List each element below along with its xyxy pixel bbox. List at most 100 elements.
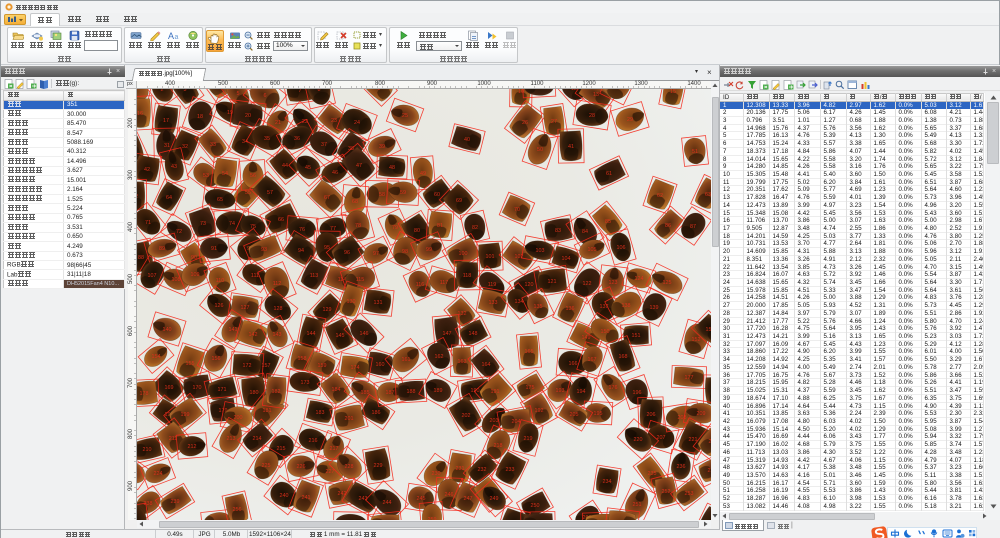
svg-text:112: 112: [273, 281, 282, 287]
svg-text:127: 127: [241, 305, 250, 311]
svg-text:57: 57: [267, 190, 273, 196]
svg-text:81: 81: [437, 223, 443, 229]
svg-text:70: 70: [514, 207, 520, 213]
svg-text:123: 123: [609, 280, 618, 286]
svg-text:116: 116: [416, 282, 425, 288]
svg-text:54: 54: [222, 171, 228, 177]
svg-text:72: 72: [176, 229, 182, 235]
svg-text:175: 175: [526, 385, 535, 391]
svg-text:74: 74: [229, 221, 235, 227]
svg-text:230: 230: [432, 471, 441, 477]
svg-text:141: 141: [229, 327, 238, 333]
svg-text:61: 61: [606, 171, 612, 177]
svg-text:256: 256: [233, 507, 242, 513]
svg-text:37: 37: [321, 142, 327, 148]
svg-text:206: 206: [647, 412, 656, 418]
svg-text:185: 185: [361, 390, 370, 396]
svg-text:155: 155: [186, 361, 195, 367]
svg-text:239: 239: [171, 499, 180, 505]
svg-text:140: 140: [163, 327, 172, 333]
svg-text:246: 246: [445, 492, 454, 498]
svg-text:150: 150: [601, 329, 610, 335]
svg-text:188: 188: [407, 389, 416, 395]
svg-text:129: 129: [323, 307, 332, 313]
svg-text:13: 13: [593, 92, 599, 98]
svg-text:96: 96: [344, 250, 350, 256]
svg-text:233: 233: [506, 467, 515, 473]
svg-text:216: 216: [309, 438, 318, 444]
svg-text:218: 218: [494, 443, 503, 449]
svg-text:247: 247: [464, 496, 473, 502]
svg-text:106: 106: [617, 245, 626, 251]
svg-text:65: 65: [217, 197, 223, 203]
svg-text:232: 232: [478, 467, 487, 473]
svg-text:A: A: [168, 31, 174, 41]
svg-text:242: 242: [338, 491, 347, 497]
svg-text:156: 156: [212, 356, 221, 362]
svg-text:196: 196: [633, 390, 642, 396]
svg-text:208: 208: [678, 415, 687, 421]
svg-text:73: 73: [200, 221, 206, 227]
svg-text:45: 45: [305, 165, 311, 171]
svg-text:209: 209: [697, 411, 706, 417]
svg-text:204: 204: [512, 419, 521, 425]
svg-text:176: 176: [609, 385, 618, 391]
svg-text:154: 154: [152, 354, 161, 360]
svg-text:59: 59: [400, 190, 406, 196]
svg-text:104: 104: [562, 256, 571, 262]
svg-text:88: 88: [138, 255, 144, 261]
svg-text:213: 213: [227, 436, 236, 442]
svg-text:228: 228: [345, 464, 354, 470]
svg-text:147: 147: [443, 331, 452, 337]
svg-text:189: 189: [434, 388, 443, 394]
svg-text:169: 169: [165, 385, 174, 391]
svg-text:32: 32: [182, 144, 188, 150]
svg-text:203: 203: [490, 418, 499, 424]
svg-text:a: a: [174, 34, 178, 41]
svg-text:60: 60: [434, 192, 440, 198]
svg-text:214: 214: [253, 436, 262, 442]
svg-text:215: 215: [277, 446, 286, 452]
svg-text:202: 202: [462, 413, 471, 419]
svg-text:97: 97: [373, 251, 379, 257]
svg-text:25: 25: [402, 113, 408, 119]
svg-text:41: 41: [568, 144, 574, 150]
svg-text:224: 224: [154, 471, 163, 477]
svg-text:82: 82: [472, 225, 478, 231]
svg-text:142: 142: [249, 332, 258, 338]
svg-text:8: 8: [318, 89, 321, 93]
svg-text:48: 48: [389, 165, 395, 171]
svg-text:47: 47: [356, 163, 362, 169]
svg-text:5: 5: [237, 91, 240, 97]
svg-text:195: 195: [594, 411, 603, 417]
svg-text:94: 94: [298, 248, 304, 254]
svg-text:83: 83: [555, 228, 561, 234]
svg-text:105: 105: [588, 247, 597, 253]
svg-text:184: 184: [332, 387, 341, 393]
svg-text:217: 217: [330, 446, 339, 452]
svg-text:146: 146: [360, 331, 369, 337]
svg-text:43: 43: [171, 164, 177, 170]
svg-text:53: 53: [203, 173, 209, 179]
svg-text:135: 135: [534, 304, 543, 310]
svg-text:133: 133: [489, 300, 498, 306]
svg-text:42: 42: [144, 167, 150, 173]
svg-text:58: 58: [379, 192, 385, 198]
svg-text:39: 39: [379, 144, 385, 150]
svg-text:100: 100: [459, 251, 468, 257]
svg-text:27: 27: [551, 119, 557, 125]
svg-text:172: 172: [243, 363, 252, 369]
svg-text:205: 205: [570, 412, 579, 418]
svg-text:249: 249: [490, 496, 499, 502]
svg-text:56: 56: [250, 173, 256, 179]
svg-text:165: 165: [525, 349, 534, 355]
svg-text:14: 14: [615, 89, 621, 90]
svg-text:109: 109: [191, 272, 200, 278]
svg-text:91: 91: [211, 246, 217, 252]
svg-text:240: 240: [280, 493, 289, 499]
svg-text:3: 3: [184, 89, 187, 93]
svg-text:16: 16: [137, 111, 143, 117]
svg-text:223: 223: [137, 470, 138, 476]
svg-text:151: 151: [632, 333, 641, 339]
svg-text:85: 85: [605, 219, 611, 225]
